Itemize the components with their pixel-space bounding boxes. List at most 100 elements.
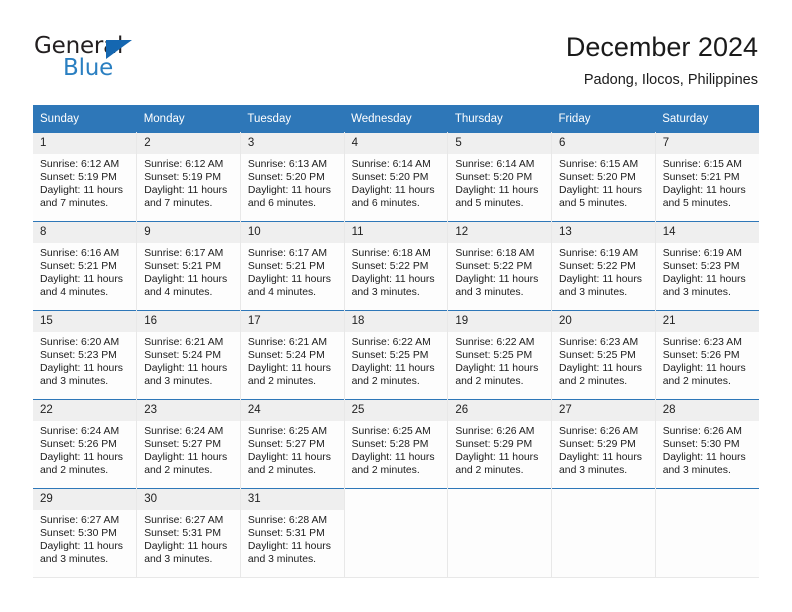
day-cell[interactable]: 2 Sunrise: 6:12 AM Sunset: 5:19 PM Dayli…	[136, 132, 241, 222]
day-details: Sunrise: 6:22 AM Sunset: 5:25 PM Dayligh…	[345, 332, 448, 388]
daylight-text-line1: Daylight: 11 hours	[455, 363, 539, 375]
sunrise-text: Sunrise: 6:19 AM	[559, 248, 639, 259]
sunset-text: Sunset: 5:20 PM	[351, 172, 429, 184]
sunset-text: Sunset: 5:19 PM	[40, 172, 117, 184]
day-cell[interactable]: 3 Sunrise: 6:13 AM Sunset: 5:20 PM Dayli…	[240, 132, 345, 222]
day-cell[interactable]: 7 Sunrise: 6:15 AM Sunset: 5:21 PM Dayli…	[655, 132, 759, 222]
day-details: Sunrise: 6:12 AM Sunset: 5:19 PM Dayligh…	[33, 154, 136, 210]
sunrise-text: Sunrise: 6:27 AM	[40, 515, 120, 526]
day-number: 3	[240, 133, 344, 154]
weekday-header-tuesday: Tuesday	[240, 105, 345, 133]
day-number: 15	[33, 311, 137, 332]
day-cell[interactable]: 21 Sunrise: 6:23 AM Sunset: 5:26 PM Dayl…	[655, 310, 759, 400]
calendar-week-row: 15 Sunrise: 6:20 AM Sunset: 5:23 PM Dayl…	[33, 310, 759, 400]
day-details: Sunrise: 6:24 AM Sunset: 5:27 PM Dayligh…	[137, 421, 240, 477]
daylight-text-line1: Daylight: 11 hours	[40, 363, 123, 375]
day-cell[interactable]: 30 Sunrise: 6:27 AM Sunset: 5:31 PM Dayl…	[136, 488, 241, 578]
day-number: 19	[448, 311, 552, 332]
weekday-header-wednesday: Wednesday	[344, 105, 448, 133]
sunrise-text: Sunrise: 6:18 AM	[351, 248, 431, 259]
day-cell-empty	[447, 488, 553, 578]
day-cell[interactable]: 16 Sunrise: 6:21 AM Sunset: 5:24 PM Dayl…	[136, 310, 241, 400]
daylight-text-line2: and 4 minutes.	[247, 287, 317, 299]
daylight-text-line1: Daylight: 11 hours	[144, 541, 228, 553]
day-cell[interactable]: 29 Sunrise: 6:27 AM Sunset: 5:30 PM Dayl…	[33, 488, 138, 578]
daylight-text-line2: and 6 minutes.	[351, 198, 420, 210]
day-cell[interactable]: 14 Sunrise: 6:19 AM Sunset: 5:23 PM Dayl…	[655, 221, 759, 311]
daylight-text-line1: Daylight: 11 hours	[40, 452, 123, 464]
day-cell[interactable]: 24 Sunrise: 6:25 AM Sunset: 5:27 PM Dayl…	[240, 399, 345, 489]
daylight-text-line2: and 2 minutes.	[455, 376, 524, 388]
day-cell[interactable]: 25 Sunrise: 6:25 AM Sunset: 5:28 PM Dayl…	[344, 399, 449, 489]
daylight-text-line2: and 7 minutes.	[40, 198, 109, 210]
sunset-text: Sunset: 5:20 PM	[559, 172, 636, 184]
daylight-text-line1: Daylight: 11 hours	[559, 274, 642, 286]
sunrise-text: Sunrise: 6:21 AM	[144, 337, 224, 348]
sunset-text: Sunset: 5:31 PM	[144, 528, 222, 540]
sunset-text: Sunset: 5:29 PM	[455, 439, 533, 451]
day-number	[552, 489, 655, 510]
daylight-text-line1: Daylight: 11 hours	[559, 185, 642, 197]
day-cell[interactable]: 1 Sunrise: 6:12 AM Sunset: 5:19 PM Dayli…	[33, 132, 138, 222]
sunset-text: Sunset: 5:21 PM	[662, 172, 740, 184]
sunrise-text: Sunrise: 6:24 AM	[144, 426, 224, 437]
sunrise-text: Sunrise: 6:12 AM	[144, 159, 224, 170]
sunset-text: Sunset: 5:26 PM	[662, 350, 740, 362]
day-cell[interactable]: 22 Sunrise: 6:24 AM Sunset: 5:26 PM Dayl…	[33, 399, 138, 489]
day-cell[interactable]: 13 Sunrise: 6:19 AM Sunset: 5:22 PM Dayl…	[551, 221, 656, 311]
daylight-text-line1: Daylight: 11 hours	[247, 363, 331, 375]
sunrise-text: Sunrise: 6:17 AM	[144, 248, 224, 259]
day-cell[interactable]: 20 Sunrise: 6:23 AM Sunset: 5:25 PM Dayl…	[551, 310, 656, 400]
day-cell[interactable]: 23 Sunrise: 6:24 AM Sunset: 5:27 PM Dayl…	[136, 399, 241, 489]
day-cell[interactable]: 10 Sunrise: 6:17 AM Sunset: 5:21 PM Dayl…	[240, 221, 345, 311]
daylight-text-line1: Daylight: 11 hours	[559, 363, 642, 375]
daylight-text-line1: Daylight: 11 hours	[559, 452, 642, 464]
day-number: 1	[33, 133, 137, 154]
sunrise-text: Sunrise: 6:15 AM	[559, 159, 639, 170]
day-cell[interactable]: 18 Sunrise: 6:22 AM Sunset: 5:25 PM Dayl…	[344, 310, 449, 400]
day-number: 23	[137, 400, 240, 421]
day-number: 10	[240, 222, 344, 243]
day-cell[interactable]: 4 Sunrise: 6:14 AM Sunset: 5:20 PM Dayli…	[344, 132, 449, 222]
sunrise-text: Sunrise: 6:27 AM	[144, 515, 224, 526]
day-number: 7	[655, 133, 759, 154]
day-cell[interactable]: 6 Sunrise: 6:15 AM Sunset: 5:20 PM Dayli…	[551, 132, 656, 222]
sunset-text: Sunset: 5:24 PM	[247, 350, 325, 362]
day-cell[interactable]: 5 Sunrise: 6:14 AM Sunset: 5:20 PM Dayli…	[447, 132, 553, 222]
sunset-text: Sunset: 5:19 PM	[144, 172, 222, 184]
day-cell-empty	[655, 488, 759, 578]
sunset-text: Sunset: 5:27 PM	[247, 439, 325, 451]
day-number: 21	[655, 311, 759, 332]
day-cell[interactable]: 11 Sunrise: 6:18 AM Sunset: 5:22 PM Dayl…	[344, 221, 449, 311]
day-cell[interactable]: 12 Sunrise: 6:18 AM Sunset: 5:22 PM Dayl…	[447, 221, 553, 311]
sunrise-text: Sunrise: 6:17 AM	[247, 248, 328, 259]
day-cell[interactable]: 8 Sunrise: 6:16 AM Sunset: 5:21 PM Dayli…	[33, 221, 138, 311]
sunset-text: Sunset: 5:22 PM	[455, 261, 533, 273]
day-cell[interactable]: 17 Sunrise: 6:21 AM Sunset: 5:24 PM Dayl…	[240, 310, 345, 400]
daylight-text-line1: Daylight: 11 hours	[247, 452, 331, 464]
daylight-text-line1: Daylight: 11 hours	[40, 185, 123, 197]
day-number: 13	[552, 222, 655, 243]
day-cell[interactable]: 28 Sunrise: 6:26 AM Sunset: 5:30 PM Dayl…	[655, 399, 759, 489]
day-number: 28	[655, 400, 759, 421]
day-number: 26	[448, 400, 552, 421]
day-details: Sunrise: 6:19 AM Sunset: 5:22 PM Dayligh…	[552, 243, 655, 299]
day-number: 12	[448, 222, 552, 243]
day-cell[interactable]: 15 Sunrise: 6:20 AM Sunset: 5:23 PM Dayl…	[33, 310, 138, 400]
day-cell[interactable]: 9 Sunrise: 6:17 AM Sunset: 5:21 PM Dayli…	[136, 221, 241, 311]
day-details: Sunrise: 6:22 AM Sunset: 5:25 PM Dayligh…	[448, 332, 551, 388]
day-cell[interactable]: 19 Sunrise: 6:22 AM Sunset: 5:25 PM Dayl…	[447, 310, 553, 400]
day-cell[interactable]: 31 Sunrise: 6:28 AM Sunset: 5:31 PM Dayl…	[240, 488, 345, 578]
day-cell[interactable]: 26 Sunrise: 6:26 AM Sunset: 5:29 PM Dayl…	[447, 399, 553, 489]
day-details: Sunrise: 6:27 AM Sunset: 5:30 PM Dayligh…	[33, 510, 136, 566]
calendar-week-row: 29 Sunrise: 6:27 AM Sunset: 5:30 PM Dayl…	[33, 488, 759, 578]
sunrise-text: Sunrise: 6:12 AM	[40, 159, 120, 170]
sunset-text: Sunset: 5:26 PM	[40, 439, 117, 451]
sunrise-text: Sunrise: 6:23 AM	[559, 337, 639, 348]
sunrise-text: Sunrise: 6:26 AM	[559, 426, 639, 437]
logo-blue-text: Blue	[63, 55, 114, 81]
day-number: 20	[552, 311, 655, 332]
day-number: 5	[448, 133, 552, 154]
day-cell[interactable]: 27 Sunrise: 6:26 AM Sunset: 5:29 PM Dayl…	[551, 399, 656, 489]
daylight-text-line2: and 2 minutes.	[247, 465, 317, 477]
